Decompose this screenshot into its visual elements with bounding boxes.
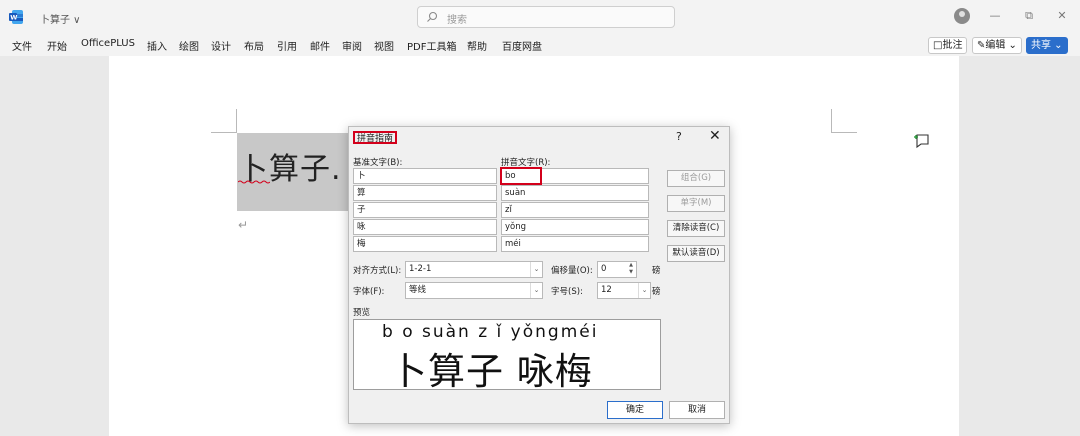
font-select[interactable]: 等线 ⌄ [405,282,543,299]
font-size-value: 12 [601,285,612,295]
cancel-button[interactable]: 取消 [669,401,725,419]
offset-label: 偏移量(O): [551,266,593,276]
annotation-highlight-box [500,167,542,185]
base-text-field[interactable]: 子 [353,202,497,218]
preview-box: b o suàn z ǐ yǒngméi 卜算子 咏梅 [353,319,661,393]
restore-icon[interactable]: ⧉ [1022,9,1036,23]
tab-file[interactable]: 文件 [12,38,32,53]
tab-insert[interactable]: 插入 [147,38,167,53]
share-button[interactable]: 共享 ⌄ [1026,37,1068,54]
word-app-icon: W [9,10,23,24]
account-avatar-icon[interactable] [954,8,970,24]
tab-help[interactable]: 帮助 [467,38,487,53]
preview-ruby-text: b o suàn z ǐ yǒngméi [382,322,599,342]
editing-mode-button[interactable]: ✎编辑 ⌄ [972,37,1022,54]
alignment-value: 1-2-1 [409,264,432,274]
base-text-field[interactable]: 咏 [353,219,497,235]
dialog-title: 拼音指南 [353,131,398,144]
size-label: 字号(S): [551,287,583,297]
crop-mark-top-left [211,109,237,133]
spelling-squiggle [238,180,270,184]
crop-mark-top-right [831,109,857,133]
search-placeholder: 搜索 [447,15,467,26]
spinner-arrows-icon[interactable]: ▲ ▼ [626,262,636,277]
clear-ruby-button[interactable]: 清除读音(C) [667,220,725,237]
default-ruby-button[interactable]: 默认读音(D) [667,245,725,262]
tab-mailings[interactable]: 邮件 [310,38,330,53]
tab-view[interactable]: 视图 [374,38,394,53]
base-text-header: 基准文字(B): [353,158,403,168]
chevron-down-icon: ⌄ [530,262,542,277]
minimize-icon[interactable]: — [988,9,1002,23]
new-comment-icon[interactable] [912,133,930,149]
tab-review[interactable]: 审阅 [342,38,362,53]
chevron-down-icon: ⌄ [530,283,542,298]
search-input[interactable]: 搜索 [417,6,675,28]
tab-baidu-netdisk[interactable]: 百度网盘 [502,38,542,53]
document-title[interactable]: 卜算子 ∨ [40,11,81,26]
close-window-icon[interactable]: ✕ [1055,9,1069,23]
font-size-select[interactable]: 12 ⌄ [597,282,651,299]
alignment-label: 对齐方式(L): [353,266,402,276]
offset-value: 0 [601,264,607,274]
table-row: 梅 méi [353,236,649,252]
table-row: 咏 yǒng [353,219,649,235]
ribbon-tabs: 文件 开始 OfficePLUS 插入 绘图 设计 布局 引用 邮件 审阅 视图… [0,34,1080,56]
preview-label: 预览 [353,308,371,318]
chevron-down-icon: ⌄ [638,283,650,298]
ruby-text-field[interactable]: zǐ [501,202,649,218]
phonetic-guide-dialog: 拼音指南 ? ✕ 基准文字(B): 拼音文字(R): 卜 bo 算 suàn 子… [348,126,730,424]
tab-layout[interactable]: 布局 [244,38,264,53]
ruby-text-field[interactable]: suàn [501,185,649,201]
size-unit: 磅 [652,287,661,297]
base-text-field[interactable]: 卜 [353,168,497,184]
close-icon[interactable]: ✕ [709,128,721,144]
ruby-text-field[interactable]: yǒng [501,219,649,235]
tab-pdf-toolbox[interactable]: PDF工具箱 [407,38,456,53]
table-row: 子 zǐ [353,202,649,218]
ok-button[interactable]: 确定 [607,401,663,419]
ruby-text-field[interactable]: méi [501,236,649,252]
tab-draw[interactable]: 绘图 [179,38,199,53]
offset-unit: 磅 [652,266,661,276]
base-text-field[interactable]: 算 [353,185,497,201]
preview-base-text: 卜算子 咏梅 [390,350,593,393]
font-label: 字体(F): [353,287,385,297]
table-row: 卜 bo [353,167,649,185]
search-icon [427,11,438,22]
tab-officeplus[interactable]: OfficePLUS [81,38,135,49]
tab-design[interactable]: 设计 [211,38,231,53]
table-row: 算 suàn [353,185,649,201]
offset-stepper[interactable]: 0 ▲ ▼ [597,261,637,278]
tab-references[interactable]: 引用 [277,38,297,53]
svg-text:W: W [10,14,17,22]
help-icon[interactable]: ? [676,130,682,143]
tab-home[interactable]: 开始 [47,38,67,53]
base-text-field[interactable]: 梅 [353,236,497,252]
mono-button[interactable]: 单字(M) [667,195,725,212]
paragraph-mark: ↵ [238,218,249,232]
font-value: 等线 [409,285,427,295]
comments-button[interactable]: □批注 [928,37,968,54]
alignment-select[interactable]: 1-2-1 ⌄ [405,261,543,278]
group-button[interactable]: 组合(G) [667,170,725,187]
title-bar: W 卜算子 ∨ 搜索 — ⧉ ✕ [0,0,1080,34]
